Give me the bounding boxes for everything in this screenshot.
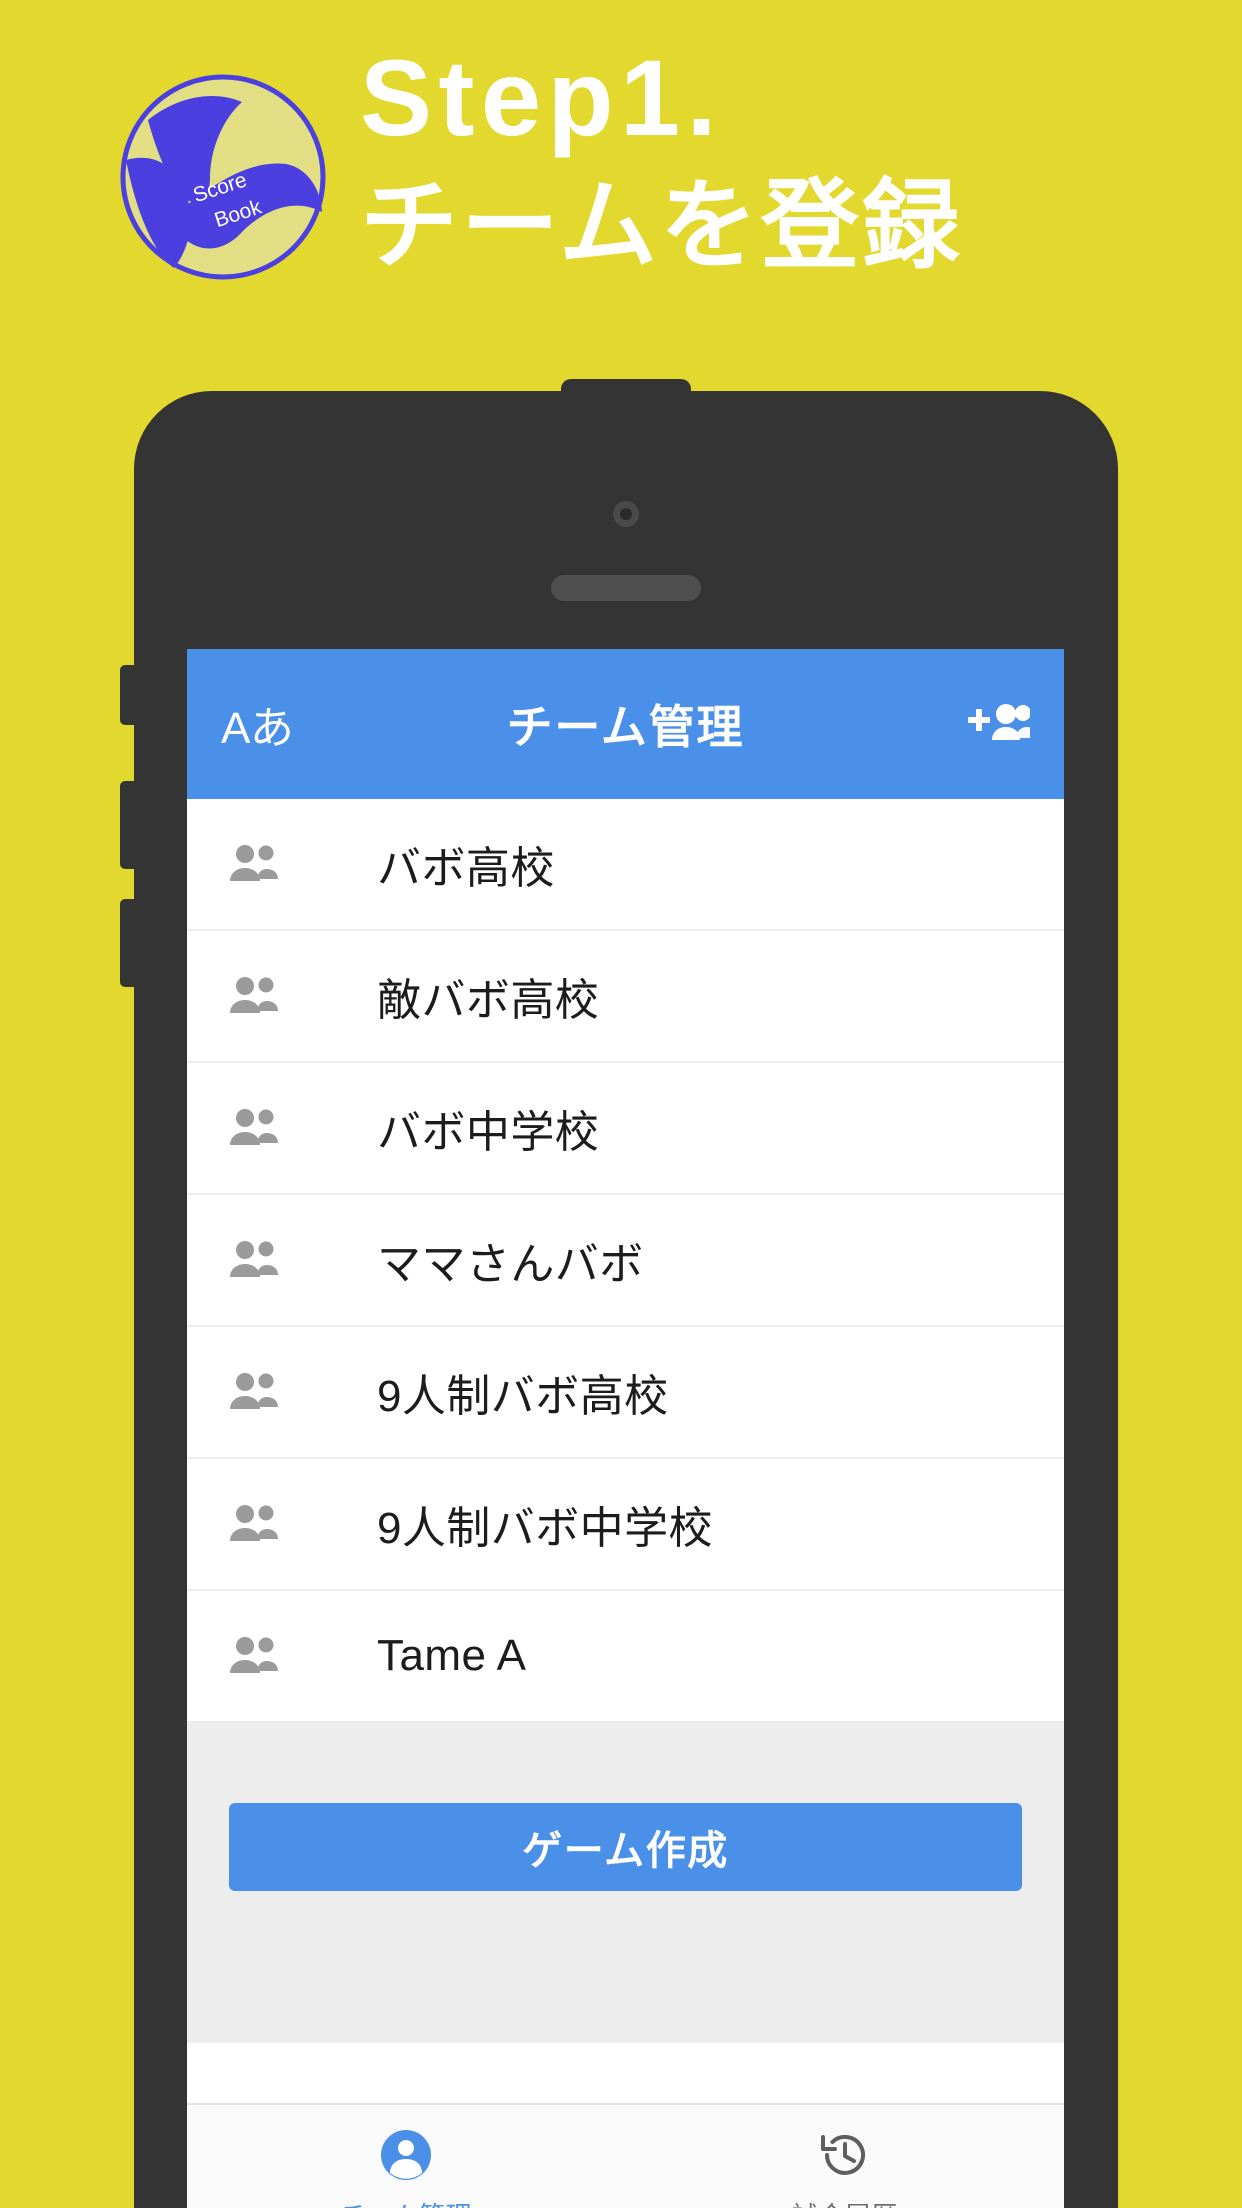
table-row[interactable]: Tame A bbox=[187, 1591, 1064, 1723]
table-row[interactable]: バボ高校 bbox=[187, 799, 1064, 931]
banner-title-line1: Step1. bbox=[360, 37, 723, 158]
phone-volume-down-button bbox=[120, 899, 136, 987]
table-row[interactable]: ママさんバボ bbox=[187, 1195, 1064, 1327]
table-row[interactable]: バボ中学校 bbox=[187, 1063, 1064, 1195]
banner-title: Step1. チームを登録 bbox=[360, 37, 1210, 280]
people-icon bbox=[227, 1627, 285, 1685]
phone-top-notch bbox=[561, 379, 691, 399]
table-row[interactable]: 敵バボ高校 bbox=[187, 931, 1064, 1063]
page-title: チーム管理 bbox=[506, 701, 745, 753]
banner-title-line2: チームを登録 bbox=[360, 170, 963, 280]
team-name: ママさんバボ bbox=[377, 1240, 644, 1289]
bottom-tab-bar: チーム管理 試合履歴 bbox=[187, 2103, 1064, 2208]
add-group-icon bbox=[968, 700, 1030, 748]
team-name: バボ高校 bbox=[377, 844, 555, 893]
team-name: 9人制バボ中学校 bbox=[377, 1504, 713, 1553]
team-name: Tame A bbox=[377, 1631, 527, 1680]
action-area: ゲーム作成 bbox=[187, 1723, 1064, 2043]
people-icon bbox=[227, 1495, 285, 1553]
app-header: Aあ チーム管理 bbox=[187, 649, 1064, 799]
tab-label: チーム管理 bbox=[340, 2196, 472, 2208]
tab-label: 試合履歴 bbox=[792, 2196, 898, 2208]
language-toggle-button[interactable]: Aあ bbox=[221, 692, 294, 756]
people-icon bbox=[227, 1099, 285, 1157]
tab-match-history[interactable]: 試合履歴 bbox=[626, 2105, 1065, 2208]
phone-mockup: Aあ チーム管理 バボ高校 敵バボ高校 バボ中学校 ママさんバボ 9人制バボ高校… bbox=[120, 379, 1118, 2208]
phone-volume-up-button bbox=[120, 781, 136, 869]
phone-mute-switch bbox=[120, 665, 136, 725]
people-icon bbox=[227, 1363, 285, 1421]
app-screen: Aあ チーム管理 バボ高校 敵バボ高校 バボ中学校 ママさんバボ 9人制バボ高校… bbox=[187, 649, 1064, 2208]
team-name: 敵バボ高校 bbox=[377, 976, 600, 1025]
add-group-button[interactable] bbox=[968, 700, 1030, 748]
team-list: バボ高校 敵バボ高校 バボ中学校 ママさんバボ 9人制バボ高校 9人制バボ中学校… bbox=[187, 799, 1064, 1723]
team-name: 9人制バボ高校 bbox=[377, 1372, 669, 1421]
table-row[interactable]: 9人制バボ高校 bbox=[187, 1327, 1064, 1459]
people-icon bbox=[227, 1231, 285, 1289]
people-icon bbox=[227, 967, 285, 1025]
phone-speaker-grill bbox=[551, 575, 701, 601]
scorebook-logo: Score Book bbox=[118, 72, 328, 282]
tab-team-management[interactable]: チーム管理 bbox=[187, 2105, 626, 2208]
promo-banner: Score Book Step1. チームを登録 bbox=[0, 0, 1242, 392]
create-game-button[interactable]: ゲーム作成 bbox=[229, 1803, 1022, 1891]
account-circle-icon bbox=[379, 2124, 433, 2186]
table-row[interactable]: 9人制バボ中学校 bbox=[187, 1459, 1064, 1591]
people-icon bbox=[227, 835, 285, 893]
team-name: バボ中学校 bbox=[377, 1108, 600, 1157]
phone-camera-icon bbox=[613, 501, 639, 527]
history-icon bbox=[818, 2124, 872, 2186]
